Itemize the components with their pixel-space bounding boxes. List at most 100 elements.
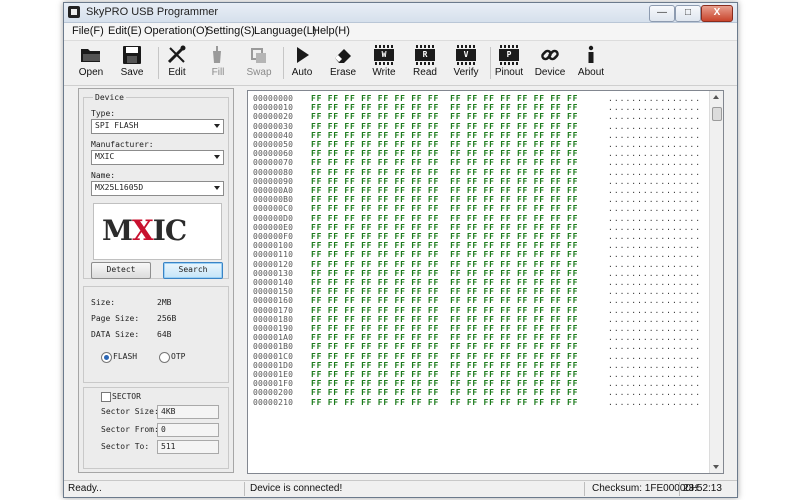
hex-row-bytes[interactable]: FF FF FF FF FF FF FF FF FF FF FF FF FF F… [311, 131, 578, 140]
hex-row-address: 00000130 [253, 268, 294, 278]
menu-file[interactable]: File(F) [72, 25, 104, 37]
sector-to-label: Sector To: [101, 442, 150, 451]
close-button[interactable]: X [701, 5, 733, 22]
hex-row-ascii: ................ [608, 379, 702, 389]
manufacturer-select[interactable]: MXIC [91, 150, 224, 165]
hex-row-bytes[interactable]: FF FF FF FF FF FF FF FF FF FF FF FF FF F… [311, 388, 578, 397]
otp-radio[interactable] [159, 352, 170, 363]
menu-help[interactable]: Help(H) [312, 25, 350, 37]
scroll-up-icon[interactable] [713, 95, 719, 99]
hex-row-bytes[interactable]: FF FF FF FF FF FF FF FF FF FF FF FF FF F… [311, 278, 578, 287]
menu-language[interactable]: Language(L) [254, 25, 316, 37]
hex-row-bytes[interactable]: FF FF FF FF FF FF FF FF FF FF FF FF FF F… [311, 269, 578, 278]
sector-size-field[interactable]: 4KB [157, 405, 219, 419]
hex-row-bytes[interactable]: FF FF FF FF FF FF FF FF FF FF FF FF FF F… [311, 342, 578, 351]
edit-button[interactable]: Edit [156, 43, 198, 83]
hex-row-bytes[interactable]: FF FF FF FF FF FF FF FF FF FF FF FF FF F… [311, 214, 578, 223]
hex-row-ascii: ................ [608, 268, 702, 278]
hex-row-bytes[interactable]: FF FF FF FF FF FF FF FF FF FF FF FF FF F… [311, 352, 578, 361]
verify-button[interactable]: V Verify [445, 43, 487, 83]
device-button[interactable]: Device [529, 43, 571, 83]
hex-row-bytes[interactable]: FF FF FF FF FF FF FF FF FF FF FF FF FF F… [311, 296, 578, 305]
hex-row-bytes[interactable]: FF FF FF FF FF FF FF FF FF FF FF FF FF F… [311, 140, 578, 149]
save-label: Save [120, 67, 144, 78]
open-button[interactable]: Open [70, 43, 112, 83]
hex-row-bytes[interactable]: FF FF FF FF FF FF FF FF FF FF FF FF FF F… [311, 241, 578, 250]
menu-edit[interactable]: Edit(E) [108, 25, 142, 37]
hex-row-bytes[interactable]: FF FF FF FF FF FF FF FF FF FF FF FF FF F… [311, 149, 578, 158]
app-icon [68, 6, 80, 18]
hex-row-ascii: ................ [608, 222, 702, 232]
about-button[interactable]: About [570, 43, 612, 83]
hex-row-bytes[interactable]: FF FF FF FF FF FF FF FF FF FF FF FF FF F… [311, 370, 578, 379]
hex-row-address: 00000090 [253, 176, 294, 186]
hex-row-address: 000001C0 [253, 351, 294, 361]
hex-editor[interactable]: 00000000 FF FF FF FF FF FF FF FF FF FF FF… [247, 90, 724, 474]
vertical-scrollbar[interactable] [709, 91, 723, 473]
page-size-label: Page Size: [91, 314, 140, 323]
erase-button[interactable]: Erase [322, 43, 364, 83]
sector-checkbox[interactable] [101, 392, 111, 402]
pinout-button[interactable]: P Pinout [488, 43, 530, 83]
hex-row-bytes[interactable]: FF FF FF FF FF FF FF FF FF FF FF FF FF F… [311, 306, 578, 315]
paint-bucket-icon [213, 46, 221, 63]
hex-row-bytes[interactable]: FF FF FF FF FF FF FF FF FF FF FF FF FF F… [311, 204, 578, 213]
sector-from-field[interactable]: 0 [157, 423, 219, 437]
hex-row-address: 00000190 [253, 324, 294, 333]
hex-row-ascii: ................ [608, 287, 702, 297]
device-group-label: Device [93, 93, 126, 102]
hex-row-bytes[interactable]: FF FF FF FF FF FF FF FF FF FF FF FF FF F… [311, 260, 578, 269]
write-button[interactable]: W Write [363, 43, 405, 83]
hex-row-bytes[interactable]: FF FF FF FF FF FF FF FF FF FF FF FF FF F… [311, 122, 578, 131]
sector-from-label: Sector From: [101, 425, 159, 434]
hex-row-bytes[interactable]: FF FF FF FF FF FF FF FF FF FF FF FF FF F… [311, 361, 578, 370]
hex-row-bytes[interactable]: FF FF FF FF FF FF FF FF FF FF FF FF FF F… [311, 103, 578, 112]
menu-operation[interactable]: Operation(O) [144, 25, 208, 37]
hex-row-bytes[interactable]: FF FF FF FF FF FF FF FF FF FF FF FF FF F… [311, 168, 578, 177]
auto-label: Auto [291, 67, 313, 78]
hex-row-bytes[interactable]: FF FF FF FF FF FF FF FF FF FF FF FF FF F… [311, 195, 578, 204]
auto-button[interactable]: Auto [281, 43, 323, 83]
sector-to-field[interactable]: 511 [157, 440, 219, 454]
hex-row-bytes[interactable]: FF FF FF FF FF FF FF FF FF FF FF FF FF F… [311, 379, 578, 388]
hex-row-ascii: ................ [608, 176, 702, 186]
flash-radio[interactable] [101, 352, 112, 363]
hex-row-address: 000000C0 [253, 204, 294, 214]
hex-row-bytes[interactable]: FF FF FF FF FF FF FF FF FF FF FF FF FF F… [311, 112, 578, 121]
info-icon [588, 45, 594, 63]
menu-setting[interactable]: Setting(S) [206, 25, 255, 37]
size-value: 2MB [157, 298, 172, 307]
hex-row-bytes[interactable]: FF FF FF FF FF FF FF FF FF FF FF FF FF F… [311, 333, 578, 342]
hex-row-address: 00000210 [253, 397, 294, 407]
status-connection: Device is connected! [250, 483, 343, 494]
hex-row-bytes[interactable]: FF FF FF FF FF FF FF FF FF FF FF FF FF F… [311, 250, 578, 259]
hex-row-ascii: ................ [608, 324, 702, 333]
hex-row-bytes[interactable]: FF FF FF FF FF FF FF FF FF FF FF FF FF F… [311, 232, 578, 241]
fill-button[interactable]: Fill [197, 43, 239, 83]
title-bar[interactable]: SkyPRO USB Programmer — □ X [64, 3, 737, 23]
hex-row-bytes[interactable]: FF FF FF FF FF FF FF FF FF FF FF FF FF F… [311, 287, 578, 296]
hex-row-bytes[interactable]: FF FF FF FF FF FF FF FF FF FF FF FF FF F… [311, 177, 578, 186]
read-button[interactable]: R Read [404, 43, 446, 83]
scroll-thumb[interactable] [712, 107, 722, 121]
scroll-down-icon[interactable] [713, 465, 719, 469]
pinout-label: Pinout [494, 67, 524, 78]
chevron-down-icon [214, 124, 220, 128]
size-label: Size: [91, 298, 116, 307]
save-button[interactable]: Save [111, 43, 153, 83]
hex-row-bytes[interactable]: FF FF FF FF FF FF FF FF FF FF FF FF FF F… [311, 94, 578, 103]
swap-button[interactable]: Swap [238, 43, 280, 83]
hex-row-bytes[interactable]: FF FF FF FF FF FF FF FF FF FF FF FF FF F… [311, 223, 578, 232]
maximize-button[interactable]: □ [675, 5, 701, 22]
search-button[interactable]: Search [163, 262, 223, 279]
hex-row-bytes[interactable]: FF FF FF FF FF FF FF FF FF FF FF FF FF F… [311, 158, 578, 167]
hex-row-bytes[interactable]: FF FF FF FF FF FF FF FF FF FF FF FF FF F… [311, 315, 578, 324]
hex-row-bytes[interactable]: FF FF FF FF FF FF FF FF FF FF FF FF FF F… [311, 186, 578, 195]
minimize-button[interactable]: — [649, 5, 675, 22]
swap-label: Swap [246, 67, 272, 78]
type-select[interactable]: SPI FLASH [91, 119, 224, 134]
hex-row-bytes[interactable]: FF FF FF FF FF FF FF FF FF FF FF FF FF F… [311, 398, 578, 407]
detect-button[interactable]: Detect [91, 262, 151, 279]
hex-row-bytes[interactable]: FF FF FF FF FF FF FF FF FF FF FF FF FF F… [311, 324, 578, 333]
name-select[interactable]: MX25L1605D [91, 181, 224, 196]
